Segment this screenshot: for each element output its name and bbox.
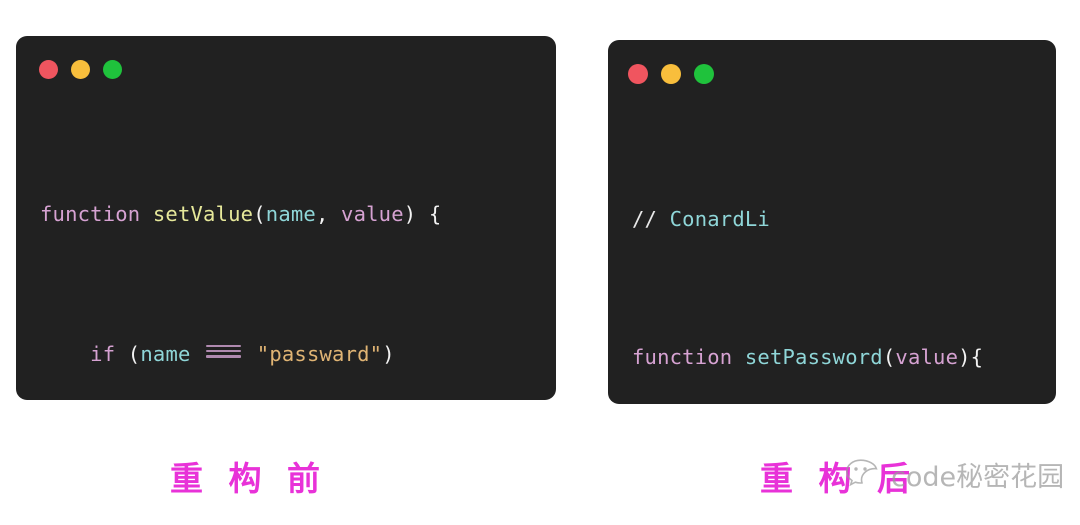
token-function-name: setValue: [152, 202, 254, 226]
caption-before: 重 构 前: [170, 459, 327, 498]
image-canvas: function setValue(name, value) { if (nam…: [0, 0, 1080, 525]
window-traffic-lights: [628, 64, 714, 84]
token-keyword: function: [40, 202, 141, 226]
token-comment-slashes: //: [632, 207, 670, 231]
token-comment-text: ConardLi: [669, 207, 770, 231]
code-block-after: // ConardLi function setPassword(value){…: [608, 133, 1056, 404]
maximize-dot-icon[interactable]: [103, 60, 122, 79]
close-dot-icon[interactable]: [628, 64, 648, 84]
code-card-before: function setValue(name, value) { if (nam…: [16, 36, 556, 400]
token-punct: (: [115, 342, 141, 366]
token-identifier: name: [140, 342, 191, 366]
token-punct: (: [253, 202, 266, 226]
token-punct: ){: [958, 345, 984, 369]
token-punct: ): [382, 342, 395, 366]
minimize-dot-icon[interactable]: [71, 60, 90, 79]
wechat-logo-icon: [845, 458, 878, 486]
watermark: code秘密花园: [845, 455, 1064, 494]
close-dot-icon[interactable]: [39, 60, 58, 79]
strict-equals-ligature-icon: [205, 342, 243, 361]
maximize-dot-icon[interactable]: [694, 64, 714, 84]
token-keyword: function: [632, 345, 733, 369]
token-param: value: [341, 202, 404, 226]
watermark-text: code秘密花园: [891, 462, 1065, 493]
token-punct: (: [882, 345, 896, 369]
token-function-name: setPassword: [744, 345, 883, 369]
token-keyword: if: [90, 342, 116, 366]
minimize-dot-icon[interactable]: [661, 64, 681, 84]
token-punct: ) {: [403, 202, 442, 226]
code-block-before: function setValue(name, value) { if (nam…: [16, 127, 556, 400]
token-param: name: [265, 202, 316, 226]
code-line: function setPassword(value){: [632, 340, 1056, 375]
code-card-after: // ConardLi function setPassword(value){…: [608, 40, 1056, 404]
code-line: // ConardLi: [632, 202, 1056, 237]
code-line: if (name "passward"): [40, 337, 556, 372]
window-traffic-lights: [39, 60, 122, 79]
token-string: "passward": [256, 342, 383, 366]
code-line: function setValue(name, value) {: [40, 197, 556, 232]
token-param: value: [895, 345, 959, 369]
token-punct: ,: [315, 202, 342, 226]
